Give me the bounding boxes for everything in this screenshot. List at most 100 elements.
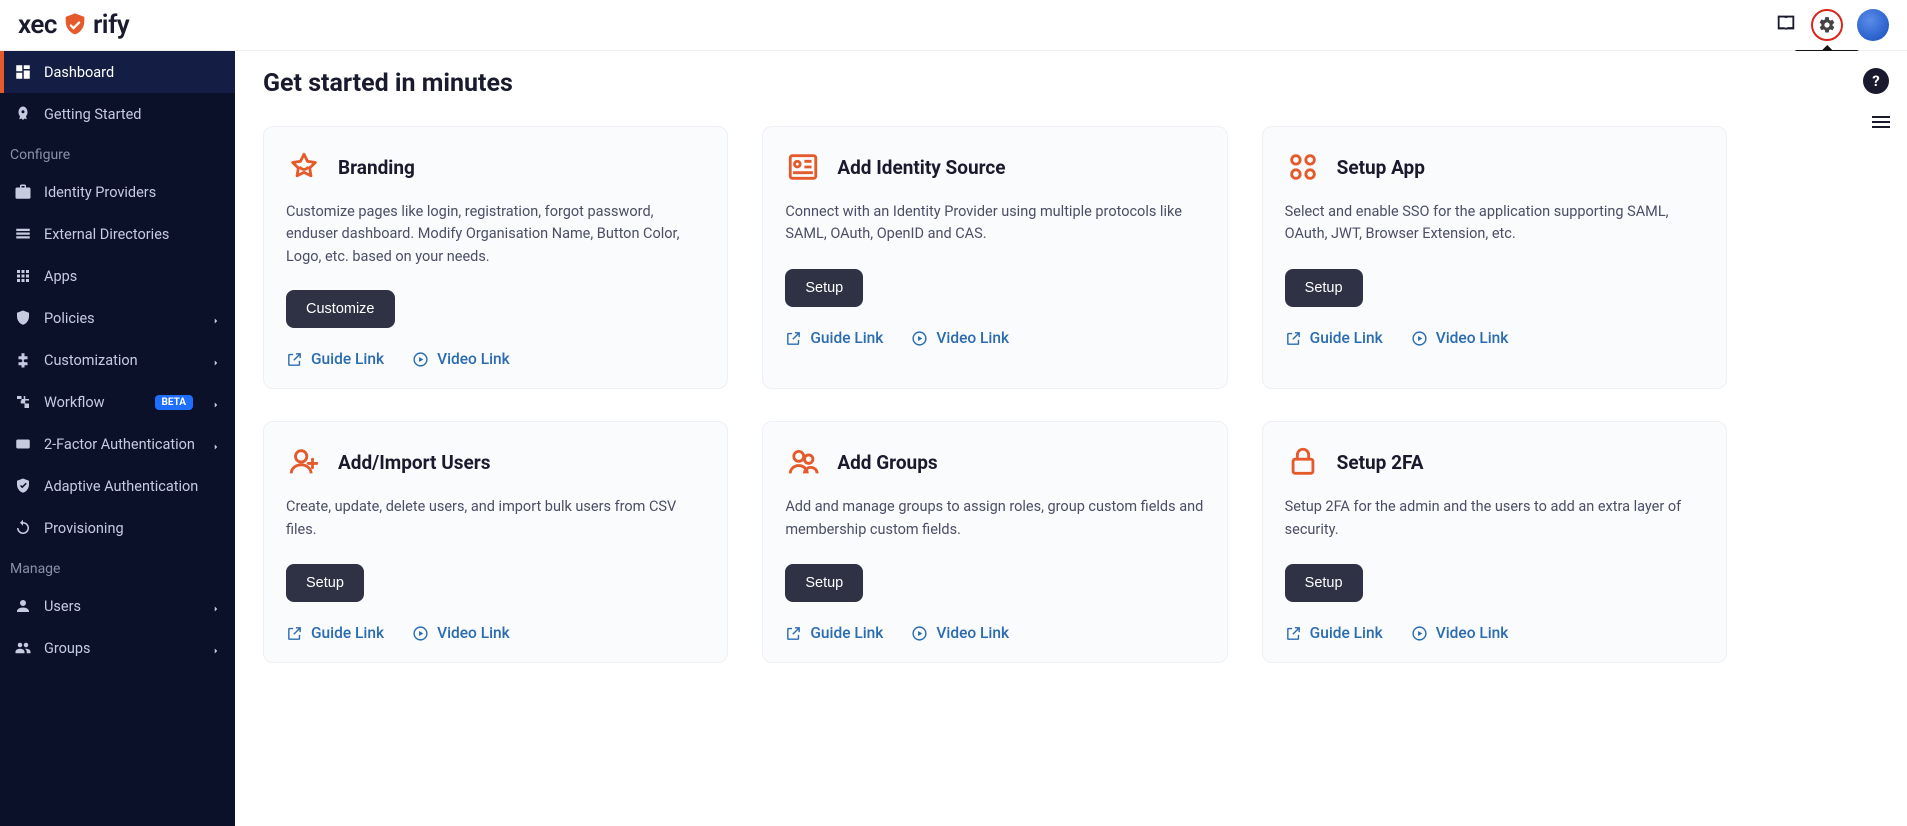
link-label: Video Link — [1436, 329, 1509, 347]
hamburger-icon — [1869, 110, 1893, 134]
play-circle-icon — [412, 351, 429, 368]
chevron-right-icon — [211, 643, 221, 653]
docs-icon[interactable] — [1775, 12, 1797, 38]
sidebar-item-workflow[interactable]: Workflow BETA — [0, 381, 235, 423]
sidebar-item-adaptive-auth[interactable]: Adaptive Authentication — [0, 465, 235, 507]
card-icon — [785, 444, 821, 480]
settings-button[interactable]: Settings — [1811, 9, 1843, 41]
sidebar-item-label: External Directories — [44, 226, 169, 243]
sidebar-item-label: 2-Factor Authentication — [44, 436, 195, 453]
sidebar-item-label: Apps — [44, 268, 77, 285]
avatar[interactable] — [1857, 9, 1889, 41]
sidebar-item-provisioning[interactable]: Provisioning — [0, 507, 235, 549]
card-icon — [1285, 149, 1321, 185]
link-label: Guide Link — [1310, 329, 1383, 347]
link-label: Guide Link — [810, 624, 883, 642]
video-link[interactable]: Video Link — [911, 624, 1009, 642]
play-circle-icon — [1411, 625, 1428, 642]
guide-link[interactable]: Guide Link — [286, 350, 384, 368]
card-header: Add Groups — [785, 444, 1204, 480]
chevron-right-icon — [211, 397, 221, 407]
card-icon — [286, 149, 322, 185]
sidebar-item-getting-started[interactable]: Getting Started — [0, 93, 235, 135]
help-button[interactable]: ? — [1863, 68, 1889, 94]
guide-link[interactable]: Guide Link — [785, 329, 883, 347]
sidebar-item-external-directories[interactable]: External Directories — [0, 213, 235, 255]
check-shield-icon — [14, 477, 32, 495]
sidebar-item-apps[interactable]: Apps — [0, 255, 235, 297]
chevron-right-icon — [211, 601, 221, 611]
menu-button[interactable] — [1869, 110, 1893, 138]
user-icon — [14, 597, 32, 615]
video-link[interactable]: Video Link — [1411, 624, 1509, 642]
link-label: Video Link — [437, 350, 510, 368]
list-icon — [14, 225, 32, 243]
sidebar-item-identity-providers[interactable]: Identity Providers — [0, 171, 235, 213]
guide-link[interactable]: Guide Link — [1285, 329, 1383, 347]
card-title: Setup 2FA — [1337, 451, 1424, 474]
card-description: Select and enable SSO for the applicatio… — [1285, 201, 1704, 247]
guide-link[interactable]: Guide Link — [286, 624, 384, 642]
video-link[interactable]: Video Link — [911, 329, 1009, 347]
card-action-button[interactable]: Setup — [286, 564, 364, 602]
card-header: Branding — [286, 149, 705, 185]
card-description: Customize pages like login, registration… — [286, 201, 705, 268]
card-description: Connect with an Identity Provider using … — [785, 201, 1204, 247]
cards-grid: Branding Customize pages like login, reg… — [263, 126, 1727, 663]
card-action-button[interactable]: Setup — [785, 564, 863, 602]
card-links: Guide Link Video Link — [785, 624, 1204, 642]
sidebar-item-label: Policies — [44, 310, 95, 327]
video-link[interactable]: Video Link — [1411, 329, 1509, 347]
card-action-button[interactable]: Setup — [1285, 564, 1363, 602]
external-link-icon — [785, 625, 802, 642]
external-link-icon — [286, 351, 303, 368]
sidebar-item-label: Users — [44, 598, 81, 615]
topbar-right: Settings — [1775, 9, 1889, 41]
logo-text-2: rify — [93, 10, 129, 40]
gear-icon — [1818, 16, 1836, 34]
sidebar-item-label: Dashboard — [44, 64, 114, 81]
sidebar-item-customization[interactable]: Customization — [0, 339, 235, 381]
link-label: Guide Link — [1310, 624, 1383, 642]
grid-icon — [14, 267, 32, 285]
video-link[interactable]: Video Link — [412, 624, 510, 642]
link-label: Guide Link — [311, 624, 384, 642]
flow-icon — [14, 393, 32, 411]
sidebar-item-label: Identity Providers — [44, 184, 156, 201]
sidebar-item-policies[interactable]: Policies — [0, 297, 235, 339]
card-description: Create, update, delete users, and import… — [286, 496, 705, 542]
card-action-button[interactable]: Setup — [1285, 269, 1363, 307]
sidebar-item-label: Customization — [44, 352, 138, 369]
sidebar-item-users[interactable]: Users — [0, 585, 235, 627]
card-header: Add/Import Users — [286, 444, 705, 480]
card-title: Setup App — [1337, 156, 1425, 179]
guide-link[interactable]: Guide Link — [785, 624, 883, 642]
card-links: Guide Link Video Link — [1285, 329, 1704, 347]
card-action-button[interactable]: Customize — [286, 290, 395, 328]
topbar: xec rify Settings — [0, 0, 1907, 51]
main: ? Get started in minutes Branding Custom… — [235, 51, 1907, 826]
card-icon — [785, 149, 821, 185]
card-icon — [286, 444, 322, 480]
card-title: Branding — [338, 156, 415, 179]
card-header: Add Identity Source — [785, 149, 1204, 185]
external-link-icon — [785, 330, 802, 347]
video-link[interactable]: Video Link — [412, 350, 510, 368]
logo[interactable]: xec rify — [18, 10, 129, 40]
card: Add Groups Add and manage groups to assi… — [762, 421, 1227, 663]
card: Branding Customize pages like login, reg… — [263, 126, 728, 389]
card-description: Add and manage groups to assign roles, g… — [785, 496, 1204, 542]
card-links: Guide Link Video Link — [286, 350, 705, 368]
play-circle-icon — [412, 625, 429, 642]
puzzle-icon — [14, 351, 32, 369]
card-action-button[interactable]: Setup — [785, 269, 863, 307]
guide-link[interactable]: Guide Link — [1285, 624, 1383, 642]
sidebar-item-groups[interactable]: Groups — [0, 627, 235, 669]
sync-icon — [14, 519, 32, 537]
card-title: Add Groups — [837, 451, 937, 474]
sidebar-item-2fa[interactable]: 2-Factor Authentication — [0, 423, 235, 465]
card-links: Guide Link Video Link — [1285, 624, 1704, 642]
page-title: Get started in minutes — [263, 69, 1727, 98]
rocket-icon — [14, 105, 32, 123]
sidebar-item-dashboard[interactable]: Dashboard — [0, 51, 235, 93]
